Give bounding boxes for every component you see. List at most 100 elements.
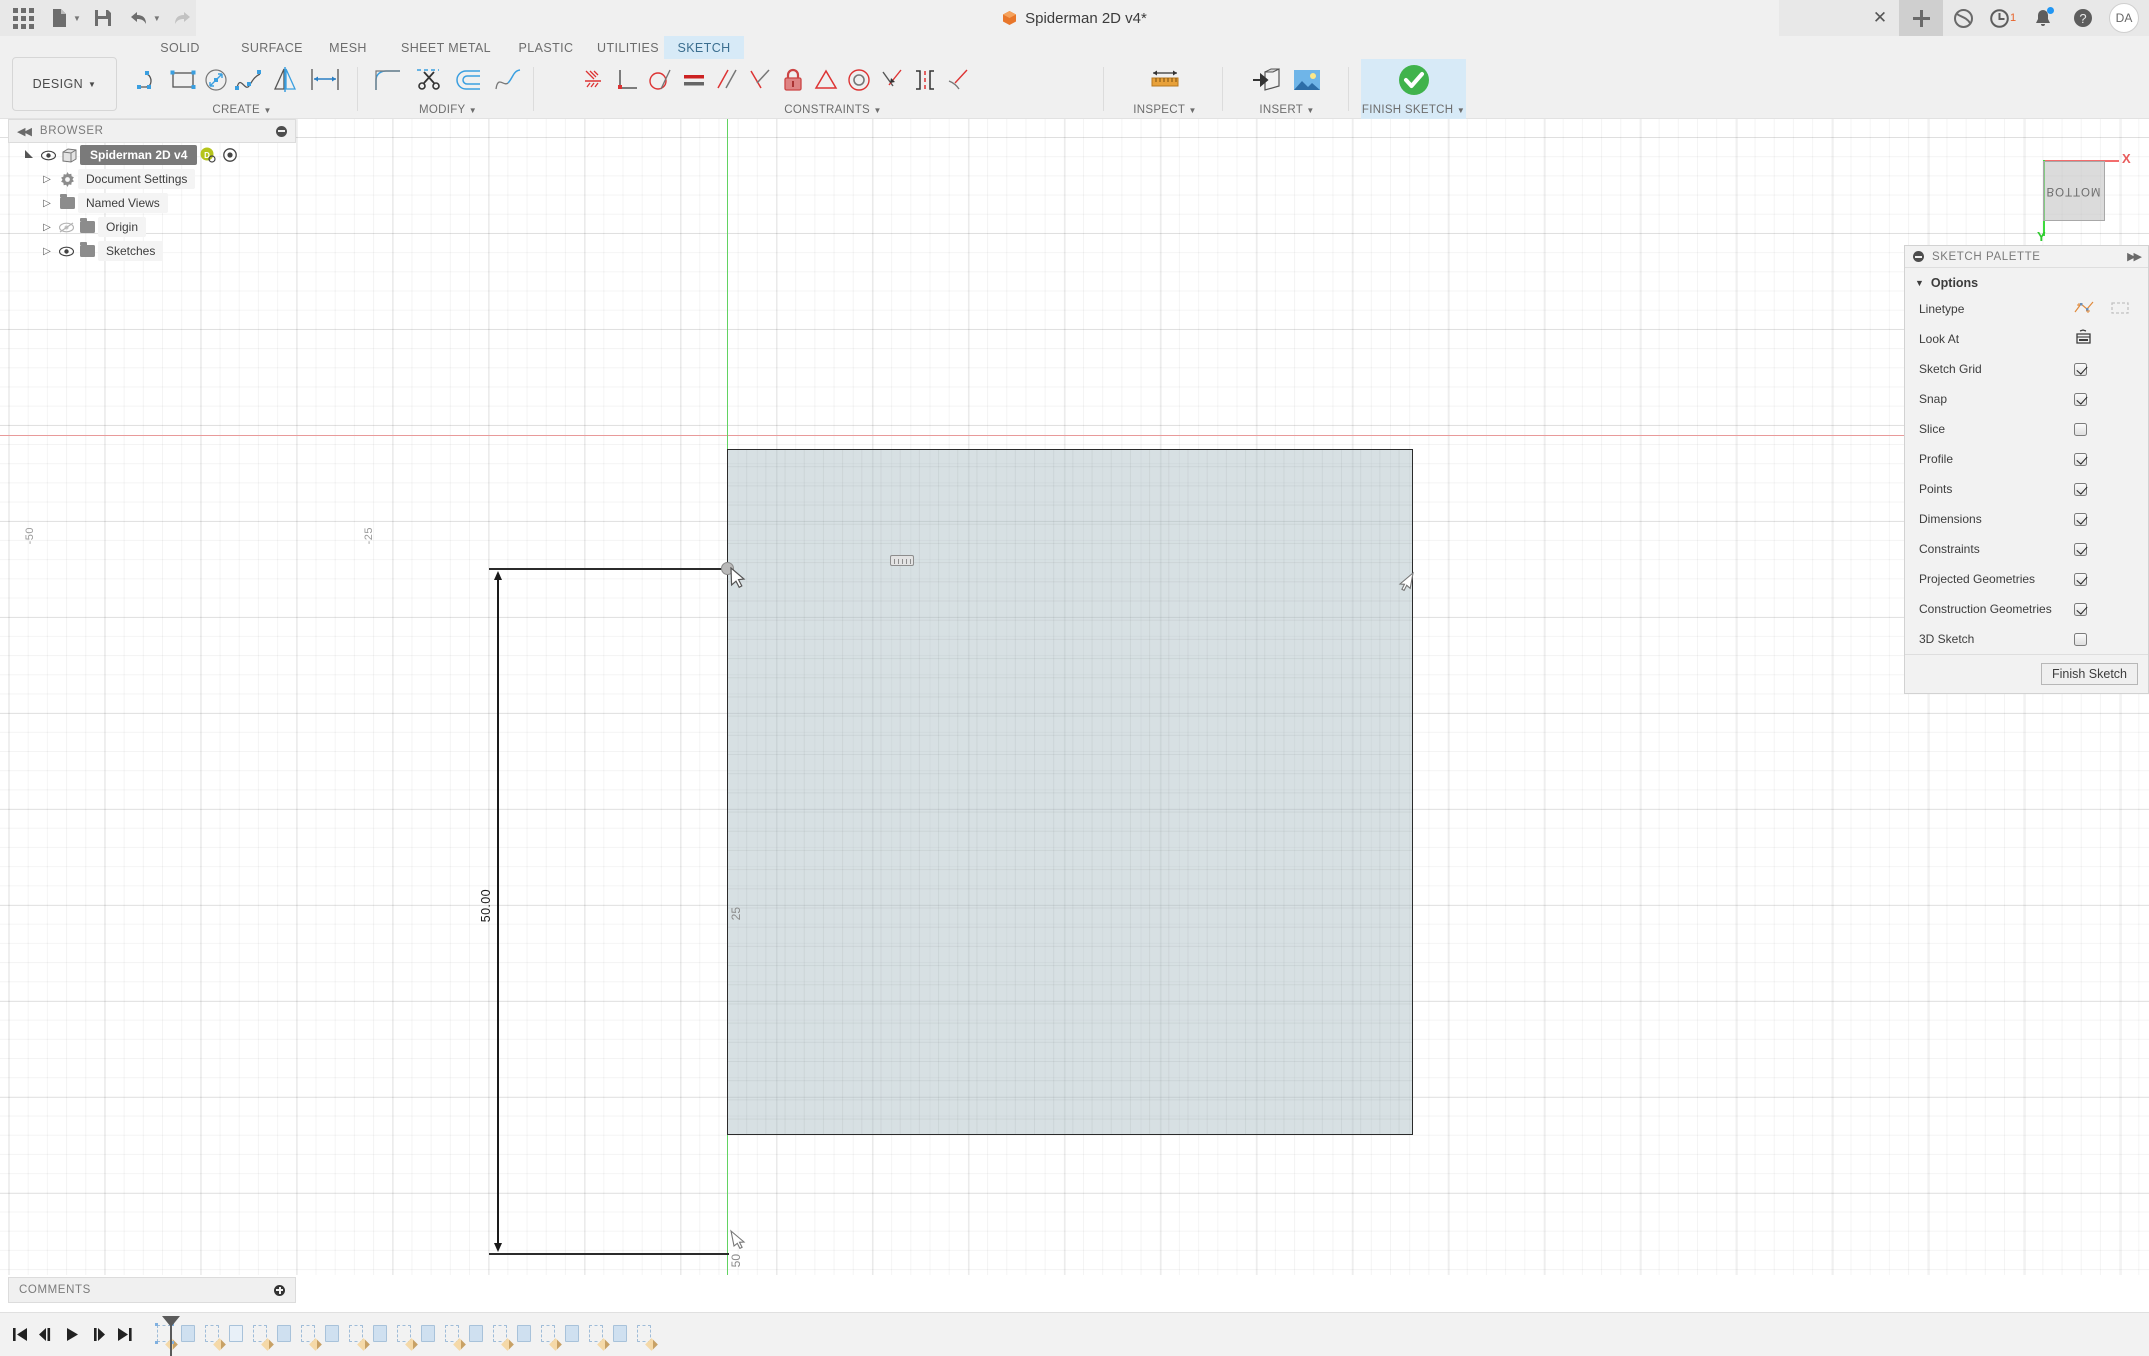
tab-plastic[interactable]: PLASTIC — [500, 36, 592, 59]
insert-image-icon[interactable] — [1287, 60, 1327, 100]
fix-ground-icon[interactable] — [578, 60, 611, 100]
mirror-icon[interactable] — [265, 60, 305, 100]
timeline-item[interactable] — [368, 1320, 392, 1350]
job-status-icon[interactable]: 1 — [1983, 0, 2023, 36]
lock-dimension-icon[interactable] — [776, 60, 809, 100]
timeline-item[interactable] — [536, 1320, 560, 1350]
avatar[interactable]: DA — [2109, 3, 2139, 33]
visibility-eye-icon[interactable] — [38, 150, 58, 161]
profile-checkbox[interactable] — [2074, 453, 2087, 466]
visibility-eye-icon[interactable] — [56, 246, 76, 257]
midpoint-icon[interactable] — [875, 60, 908, 100]
timeline-item[interactable] — [560, 1320, 584, 1350]
timeline-item[interactable] — [272, 1320, 296, 1350]
look-at-icon[interactable] — [2074, 329, 2093, 349]
activate-component-icon[interactable] — [219, 148, 241, 162]
collinear-icon[interactable] — [743, 60, 776, 100]
dimension-value-label[interactable]: 50.00 — [479, 889, 493, 922]
notifications-icon[interactable] — [2023, 0, 2063, 36]
tab-solid[interactable]: SOLID — [140, 36, 220, 59]
save-icon[interactable] — [86, 1, 120, 35]
expand-triangle-icon[interactable]: ▷ — [38, 198, 56, 209]
concentric-icon[interactable] — [842, 60, 875, 100]
parallel-icon[interactable] — [710, 60, 743, 100]
timeline-item[interactable] — [416, 1320, 440, 1350]
timeline-item[interactable] — [608, 1320, 632, 1350]
coincident-icon[interactable] — [941, 60, 974, 100]
rectangle-icon[interactable] — [166, 60, 199, 100]
rectangle-corner-handle2-icon[interactable] — [729, 1229, 751, 1251]
linetype-construction-icon[interactable] — [2110, 300, 2130, 319]
sketch-canvas[interactable]: -50 -25 50.00 25 50 — [0, 119, 2149, 1275]
projected-geometries-checkbox[interactable] — [2074, 573, 2087, 586]
timeline-item[interactable] — [632, 1320, 656, 1350]
dimensions-checkbox[interactable] — [2074, 513, 2087, 526]
new-file-caret-icon[interactable]: ▼ — [73, 14, 81, 23]
ribbon-group-finish-sketch[interactable]: FINISH SKETCH ▼ — [1361, 59, 1466, 119]
equal-icon[interactable] — [677, 60, 710, 100]
horizontal-constraint-icon[interactable] — [890, 555, 914, 566]
undo-icon[interactable] — [122, 1, 156, 35]
jump-start-icon[interactable] — [8, 1322, 32, 1348]
timeline-item[interactable] — [584, 1320, 608, 1350]
document-status-icon[interactable]: D — [197, 147, 219, 163]
origin-point[interactable] — [721, 562, 734, 575]
dimension-icon[interactable] — [305, 60, 345, 100]
palette-minimize-icon[interactable] — [1913, 251, 1924, 262]
extensions-icon[interactable] — [1943, 0, 1983, 36]
new-tab-icon[interactable] — [1899, 0, 1943, 36]
view-cube[interactable]: BOTTOM X Y — [2021, 139, 2131, 239]
trim-scissors-icon[interactable] — [408, 60, 448, 100]
ribbon-group-create-label[interactable]: CREATE ▼ — [133, 104, 351, 116]
circle-icon[interactable] — [199, 60, 232, 100]
palette-section-options[interactable]: ▼ Options — [1905, 268, 2148, 294]
finish-check-icon[interactable] — [1394, 60, 1434, 100]
perpendicular-icon[interactable] — [611, 60, 644, 100]
browser-minimize-icon[interactable] — [276, 126, 287, 137]
timeline-item[interactable] — [392, 1320, 416, 1350]
timeline-item[interactable] — [176, 1320, 200, 1350]
symmetry-icon[interactable] — [809, 60, 842, 100]
play-icon[interactable] — [60, 1322, 84, 1348]
timeline-item[interactable] — [344, 1320, 368, 1350]
undo-caret-icon[interactable]: ▼ — [153, 14, 161, 23]
timeline-item[interactable] — [512, 1320, 536, 1350]
sketch-grid-checkbox[interactable] — [2074, 363, 2087, 376]
ribbon-group-insert-label[interactable]: INSERT ▼ — [1228, 104, 1346, 116]
3d-sketch-checkbox[interactable] — [2074, 633, 2087, 646]
insert-derive-icon[interactable] — [1247, 60, 1287, 100]
finish-sketch-button[interactable]: Finish Sketch — [2041, 663, 2138, 685]
browser-item-sketches[interactable]: ▷ Sketches — [8, 239, 296, 263]
timeline-item[interactable] — [464, 1320, 488, 1350]
tab-sheet-metal[interactable]: SHEET METAL — [382, 36, 510, 59]
apps-grid-icon[interactable] — [6, 1, 40, 35]
constraints-checkbox[interactable] — [2074, 543, 2087, 556]
expand-triangle-icon[interactable]: ▷ — [38, 174, 56, 185]
timeline-item[interactable] — [296, 1320, 320, 1350]
timeline-item[interactable] — [320, 1320, 344, 1350]
ribbon-group-constraints-label[interactable]: CONSTRAINTS ▼ — [578, 104, 1088, 116]
add-comment-icon[interactable] — [274, 1285, 285, 1296]
ribbon-group-inspect-label[interactable]: INSPECT ▼ — [1110, 104, 1220, 116]
close-icon[interactable]: ✕ — [1861, 0, 1899, 36]
workspace-selector-button[interactable]: DESIGN ▼ — [12, 57, 117, 111]
jump-end-icon[interactable] — [112, 1322, 136, 1348]
offset-icon[interactable] — [448, 60, 488, 100]
step-back-icon[interactable] — [34, 1322, 58, 1348]
timeline-item[interactable] — [440, 1320, 464, 1350]
ribbon-group-finish-sketch-label[interactable]: FINISH SKETCH ▼ — [1361, 104, 1466, 116]
timeline-item[interactable] — [488, 1320, 512, 1350]
curvature-icon[interactable] — [908, 60, 941, 100]
browser-item-root[interactable]: Spiderman 2D v4 D — [8, 143, 296, 167]
redo-icon[interactable] — [166, 1, 200, 35]
step-forward-icon[interactable] — [86, 1322, 110, 1348]
tab-sketch[interactable]: SKETCH — [664, 36, 744, 59]
snap-checkbox[interactable] — [2074, 393, 2087, 406]
measure-icon[interactable] — [1145, 60, 1185, 100]
spline-icon[interactable] — [232, 60, 265, 100]
new-file-icon[interactable] — [42, 1, 76, 35]
linetype-normal-icon[interactable] — [2074, 300, 2094, 319]
tab-mesh[interactable]: MESH — [306, 36, 390, 59]
expand-triangle-icon[interactable]: ▷ — [38, 222, 56, 233]
tangent-icon[interactable] — [644, 60, 677, 100]
